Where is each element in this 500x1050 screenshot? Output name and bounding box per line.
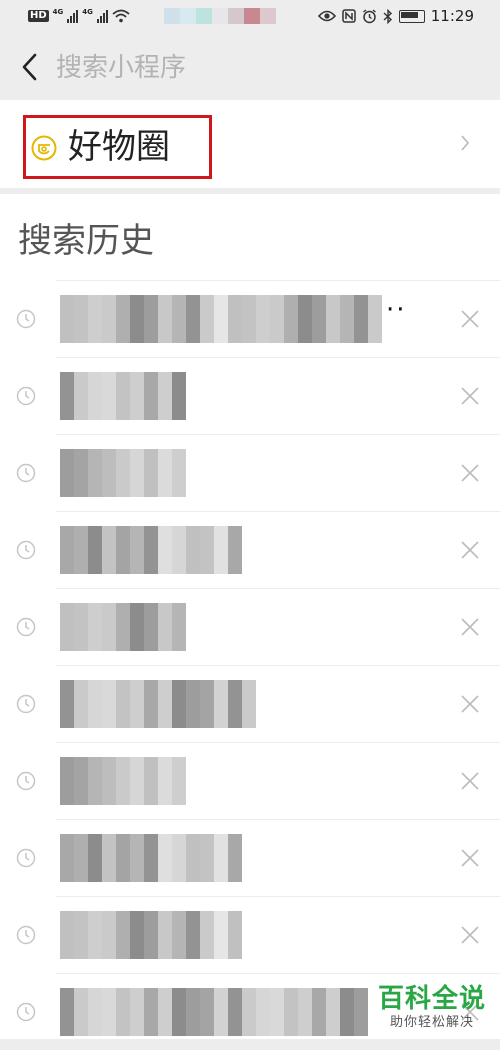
history-item[interactable] bbox=[16, 434, 500, 511]
history-item[interactable] bbox=[16, 357, 500, 434]
blurred-history-text bbox=[60, 449, 186, 497]
delete-history-button[interactable] bbox=[458, 461, 482, 485]
result-title: 好物圈 bbox=[68, 127, 170, 167]
status-time: 11:29 bbox=[430, 7, 474, 25]
watermark-logo: 百科全说 助你轻松解决 bbox=[378, 983, 486, 1031]
blurred-history-text bbox=[60, 295, 382, 343]
clock-icon bbox=[16, 309, 36, 329]
blurred-history-text bbox=[60, 757, 186, 805]
delete-history-button[interactable] bbox=[458, 307, 482, 331]
signal-icon-2 bbox=[96, 9, 108, 23]
blurred-history-text bbox=[60, 680, 256, 728]
chevron-right-icon bbox=[461, 135, 470, 151]
mini-program-icon bbox=[31, 135, 57, 161]
delete-history-button[interactable] bbox=[458, 923, 482, 947]
history-item[interactable] bbox=[16, 742, 500, 819]
clock-icon bbox=[16, 463, 36, 483]
history-item[interactable] bbox=[16, 896, 500, 973]
history-item[interactable] bbox=[16, 511, 500, 588]
history-item[interactable] bbox=[16, 665, 500, 742]
history-item[interactable] bbox=[16, 588, 500, 665]
blurred-history-text bbox=[60, 988, 368, 1036]
delete-history-button[interactable] bbox=[458, 692, 482, 716]
clock-icon bbox=[16, 694, 36, 714]
delete-history-button[interactable] bbox=[458, 538, 482, 562]
delete-history-button[interactable] bbox=[458, 384, 482, 408]
blurred-notifications bbox=[163, 8, 276, 24]
blurred-history-text bbox=[60, 834, 242, 882]
status-right: 11:29 bbox=[317, 7, 474, 25]
clock-icon bbox=[16, 771, 36, 791]
blurred-history-text bbox=[60, 603, 186, 651]
watermark-sub: 助你轻松解决 bbox=[389, 1015, 474, 1030]
delete-history-button[interactable] bbox=[458, 615, 482, 639]
battery-icon bbox=[398, 9, 425, 23]
chevron-left-icon bbox=[22, 53, 37, 81]
blurred-history-text bbox=[60, 911, 242, 959]
clock-icon bbox=[16, 1002, 36, 1022]
status-left: HD 4G 4G bbox=[28, 8, 276, 24]
eye-icon bbox=[317, 10, 336, 22]
network-type-2: 4G bbox=[82, 8, 93, 16]
blurred-history-text bbox=[60, 372, 186, 420]
history-title: 搜索历史 bbox=[18, 221, 154, 261]
search-input[interactable] bbox=[56, 48, 476, 88]
ellipsis: ·· bbox=[386, 295, 407, 325]
status-bar: HD 4G 4G 11:29 bbox=[0, 0, 500, 34]
network-type-1: 4G bbox=[52, 8, 64, 16]
clock-icon bbox=[16, 617, 36, 637]
delete-history-button[interactable] bbox=[458, 769, 482, 793]
hd-badge: HD bbox=[28, 10, 49, 22]
back-button[interactable] bbox=[14, 50, 44, 84]
alarm-icon bbox=[362, 8, 376, 23]
blurred-history-text bbox=[60, 526, 242, 574]
search-header bbox=[0, 34, 500, 100]
history-item[interactable]: ·· bbox=[16, 280, 500, 357]
history-list: ·· bbox=[0, 280, 500, 1050]
delete-history-button[interactable] bbox=[458, 846, 482, 870]
clock-icon bbox=[16, 540, 36, 560]
clock-icon bbox=[16, 925, 36, 945]
history-item[interactable] bbox=[16, 819, 500, 896]
nfc-icon bbox=[342, 9, 356, 23]
watermark-main: 百科全说 bbox=[377, 984, 486, 1014]
wifi-icon bbox=[112, 9, 130, 23]
clock-icon bbox=[16, 848, 36, 868]
clock-icon bbox=[16, 386, 36, 406]
signal-icon bbox=[67, 9, 79, 23]
search-history-section: 搜索历史 ·· bbox=[0, 194, 500, 1039]
bluetooth-icon bbox=[383, 8, 392, 24]
